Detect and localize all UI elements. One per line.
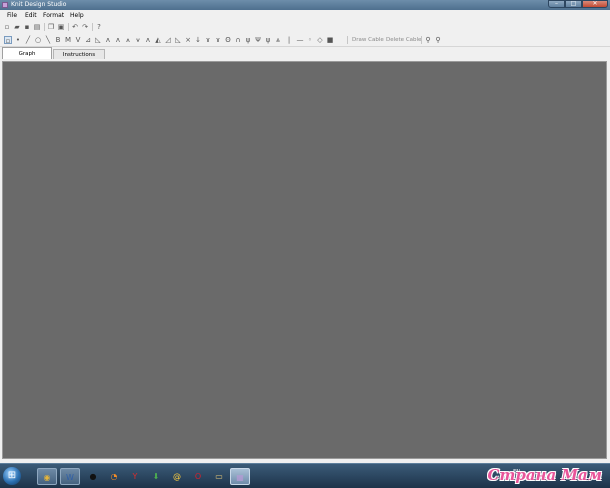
yandex-icon[interactable]: Y bbox=[125, 468, 145, 485]
stitch-tool-8-icon[interactable]: V bbox=[74, 36, 82, 44]
stitch-tool-16-icon[interactable]: ◭ bbox=[154, 36, 162, 44]
stitch-tool-14-icon[interactable]: ⩛ bbox=[134, 36, 142, 44]
toolbar-separator bbox=[421, 36, 422, 44]
delete-cable-button[interactable]: Delete Cable bbox=[386, 37, 421, 43]
toolbar-separator bbox=[347, 36, 348, 44]
stitch-tool-6-icon[interactable]: B bbox=[54, 36, 62, 44]
main-toolbar: ▫ ▰ ▪ ▤ ❐ ▣ ↶ ↷? bbox=[0, 21, 610, 34]
stitch-tool-29-icon[interactable]: | bbox=[285, 36, 293, 44]
stitch-tool-11-icon[interactable]: ʌ bbox=[104, 36, 112, 44]
opera-icon[interactable]: O bbox=[188, 468, 208, 485]
redo-icon[interactable]: ↷ bbox=[81, 23, 89, 31]
help-icon[interactable]: ? bbox=[95, 23, 103, 31]
toolbar-separator bbox=[92, 23, 93, 31]
stitch-tool-31-icon[interactable]: ◦ bbox=[306, 36, 314, 44]
site-watermark-logo: Страна Мам bbox=[487, 466, 602, 484]
stitch-tool-26-icon[interactable]: Ψ bbox=[254, 36, 262, 44]
menu-bar: File Edit Format Help bbox=[0, 10, 610, 21]
graph-canvas[interactable] bbox=[2, 61, 607, 459]
paste-icon[interactable]: ▣ bbox=[57, 23, 65, 31]
menu-help[interactable]: Help bbox=[70, 12, 84, 19]
stitch-tool-17-icon[interactable]: ◿ bbox=[164, 36, 172, 44]
stitch-tool-15-icon[interactable]: ʌ bbox=[144, 36, 152, 44]
open-folder-icon[interactable]: ▰ bbox=[13, 23, 21, 31]
stitch-tool-22-icon[interactable]: ɤ bbox=[214, 36, 222, 44]
stitch-tool-32-icon[interactable]: ◇ bbox=[316, 36, 324, 44]
title-bar: Knit Design Studio – □ ✕ bbox=[0, 0, 610, 10]
minimize-button[interactable]: – bbox=[548, 0, 565, 8]
mail-icon[interactable]: @ bbox=[167, 468, 187, 485]
copy-icon[interactable]: ❐ bbox=[47, 23, 55, 31]
stitch-tool-9-icon[interactable]: ⊿ bbox=[84, 36, 92, 44]
stitch-tool-4-icon[interactable]: ○ bbox=[34, 36, 42, 44]
stitch-tool-19-icon[interactable]: × bbox=[184, 36, 192, 44]
toolbar-separator bbox=[68, 23, 69, 31]
maximize-button[interactable]: □ bbox=[565, 0, 582, 8]
media-player-icon[interactable]: ● bbox=[83, 468, 103, 485]
stitch-tool-2-icon[interactable]: • bbox=[14, 36, 22, 44]
stitch-tool-28-icon[interactable]: ⩓ bbox=[274, 36, 282, 44]
undo-icon[interactable]: ↶ bbox=[71, 23, 79, 31]
explorer-icon[interactable]: ▭ bbox=[209, 468, 229, 485]
close-button[interactable]: ✕ bbox=[582, 0, 608, 8]
print-icon[interactable]: ▤ bbox=[33, 23, 41, 31]
menu-edit[interactable]: Edit bbox=[25, 12, 37, 19]
download-icon[interactable]: ⬇ bbox=[146, 468, 166, 485]
menu-file[interactable]: File bbox=[7, 12, 17, 19]
tab-strip: Instructions Graph bbox=[0, 47, 610, 59]
stitch-tool-12-icon[interactable]: ʌ bbox=[114, 36, 122, 44]
app-icon bbox=[2, 2, 8, 8]
toolbar-separator bbox=[44, 23, 45, 31]
save-icon[interactable]: ▪ bbox=[23, 23, 31, 31]
start-button[interactable]: ⊞ bbox=[3, 467, 21, 485]
stitch-tool-25-icon[interactable]: ψ bbox=[244, 36, 252, 44]
stitch-tool-13-icon[interactable]: ⩚ bbox=[124, 36, 132, 44]
stitch-tool-7-icon[interactable]: M bbox=[64, 36, 72, 44]
zoom-in-icon[interactable]: ⚲ bbox=[424, 36, 432, 44]
stitch-tool-18-icon[interactable]: ◺ bbox=[174, 36, 182, 44]
stitch-tool-23-icon[interactable]: ʘ bbox=[224, 36, 232, 44]
window-title: Knit Design Studio bbox=[11, 1, 67, 8]
stitch-tool-20-icon[interactable]: ↓ bbox=[194, 36, 202, 44]
stitch-tool-27-icon[interactable]: ψ bbox=[264, 36, 272, 44]
chrome-icon[interactable]: ◉ bbox=[37, 468, 57, 485]
stitch-tool-30-icon[interactable]: — bbox=[296, 36, 304, 44]
firefox-icon[interactable]: ◔ bbox=[104, 468, 124, 485]
stitch-tool-1-icon[interactable]: ▫ bbox=[4, 36, 12, 45]
new-file-icon[interactable]: ▫ bbox=[3, 23, 11, 31]
stitch-tool-10-icon[interactable]: ◺ bbox=[94, 36, 102, 44]
stitch-tool-24-icon[interactable]: ∩ bbox=[234, 36, 242, 44]
stitch-tool-3-icon[interactable]: ╱ bbox=[24, 36, 32, 44]
zoom-out-icon[interactable]: ⚲ bbox=[434, 36, 442, 44]
stitch-toolbar: Draw Cable Delete Cable ⚲ ⚲ ▫ • ╱ ○ ╲ B M V ⊿ ◺ ʌ ʌ… bbox=[0, 34, 610, 47]
stitch-tool-5-icon[interactable]: ╲ bbox=[44, 36, 52, 44]
stitch-tool-33-icon[interactable]: ■ bbox=[326, 36, 334, 44]
menu-format[interactable]: Format bbox=[43, 12, 64, 19]
draw-cable-button[interactable]: Draw Cable bbox=[352, 37, 384, 43]
tab-instructions[interactable]: Instructions bbox=[53, 49, 105, 59]
stitch-tool-21-icon[interactable]: ɤ bbox=[204, 36, 212, 44]
knit-design-icon[interactable]: ▦ bbox=[230, 468, 250, 485]
tab-graph[interactable]: Graph bbox=[2, 47, 52, 59]
word-icon[interactable]: W bbox=[60, 468, 80, 485]
